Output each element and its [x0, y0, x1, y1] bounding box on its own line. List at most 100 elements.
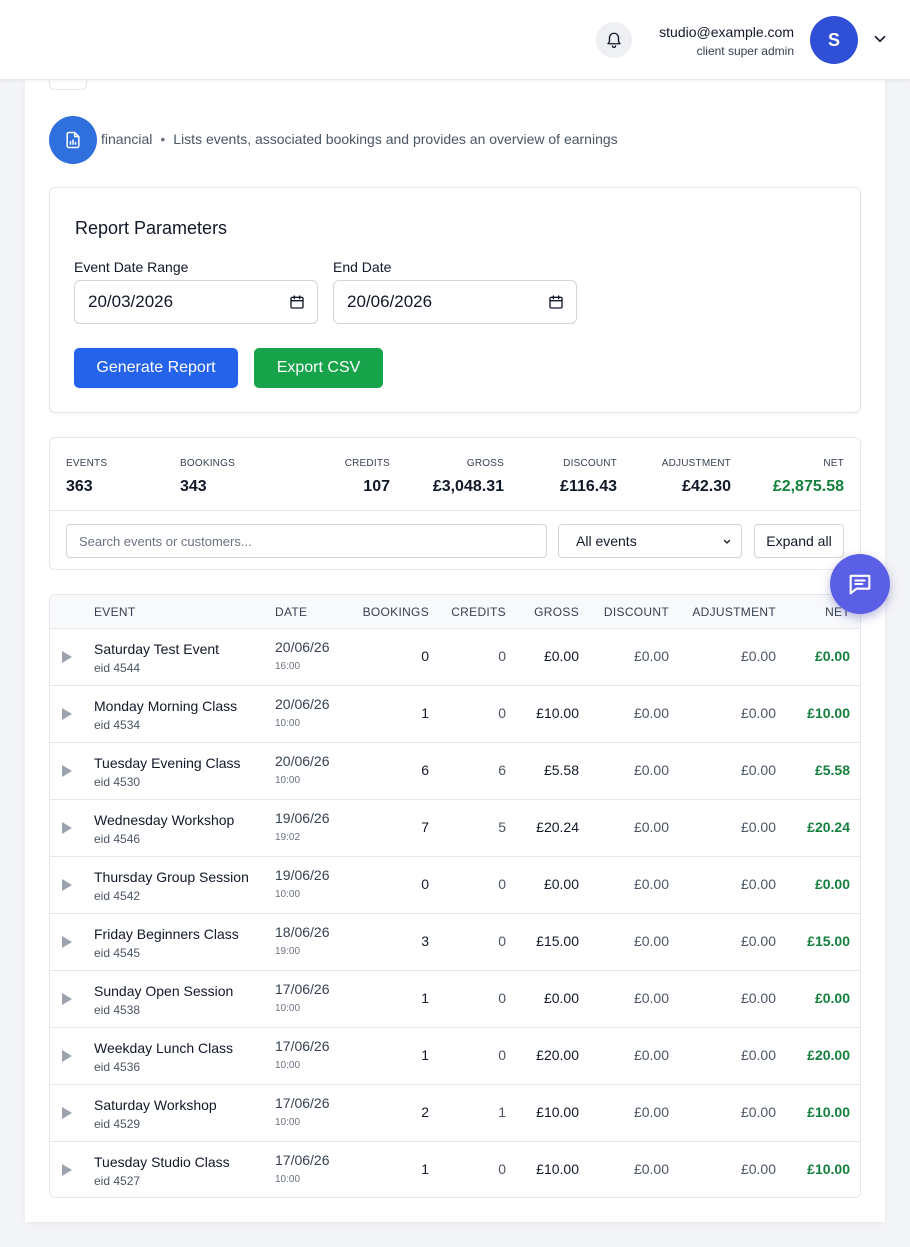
bookings-value: 343	[180, 478, 207, 495]
cell-bookings: 0	[421, 648, 429, 664]
gross-label: GROSS	[466, 458, 504, 469]
event-name: Friday Beginners Class	[94, 926, 239, 942]
discount-value: £116.43	[560, 478, 617, 495]
cell-credits: 0	[498, 933, 506, 949]
expand-all-button[interactable]: Expand all	[754, 524, 844, 558]
cell-gross: £0.00	[543, 876, 579, 892]
end-date-input[interactable]: 20/06/2026	[333, 280, 577, 324]
credits-label: CREDITS	[344, 458, 390, 469]
triangle-right-icon[interactable]	[61, 1163, 73, 1177]
event-time: 10:00	[275, 1174, 301, 1185]
column-gross: GROSS	[534, 605, 579, 619]
triangle-right-icon[interactable]	[61, 992, 73, 1006]
cell-discount: £0.00	[633, 648, 669, 664]
table-row[interactable]: Tuesday Studio Class eid 4527 17/06/26 10:0…	[50, 1142, 860, 1197]
triangle-right-icon[interactable]	[61, 1049, 73, 1063]
cell-adjustment: £0.00	[740, 1047, 776, 1063]
chat-icon	[849, 574, 871, 595]
cell-bookings: 2	[421, 1104, 429, 1120]
search-input[interactable]: Search events or customers...	[66, 524, 547, 558]
cell-bookings: 1	[421, 1161, 429, 1177]
event-time: 10:00	[275, 775, 301, 786]
table-row[interactable]: Tuesday Evening Class eid 4530 20/06/26 10:…	[50, 743, 860, 800]
triangle-right-icon[interactable]	[61, 1106, 73, 1120]
cell-adjustment: £0.00	[740, 705, 776, 721]
events-table: EVENT DATE BOOKINGS CREDITS GROSS DISCOU…	[49, 594, 861, 1198]
user-email: studio@example.com	[659, 24, 794, 40]
table-row[interactable]: Saturday Workshop eid 4529 17/06/26 10:00 2 1…	[50, 1085, 860, 1142]
event-date: 17/06/26	[275, 981, 330, 997]
report-description: financial • Lists events, associated booki…	[101, 131, 618, 147]
column-credits: CREDITS	[451, 605, 506, 619]
chat-button[interactable]	[830, 554, 890, 614]
table-row[interactable]: Friday Beginners Class eid 4545 18/06/26 19…	[50, 914, 860, 971]
cell-net: £0.00	[814, 990, 850, 1006]
calendar-icon[interactable]	[548, 294, 564, 310]
event-date: 17/06/26	[275, 1038, 330, 1054]
triangle-right-icon[interactable]	[61, 821, 73, 835]
cell-credits: 0	[498, 648, 506, 664]
avatar[interactable]: S	[810, 16, 858, 64]
triangle-right-icon[interactable]	[61, 707, 73, 721]
event-name: Tuesday Evening Class	[94, 755, 241, 771]
cell-discount: £0.00	[633, 819, 669, 835]
event-id: eid 4529	[94, 1117, 141, 1131]
chevron-down-icon[interactable]	[871, 30, 889, 48]
event-date: 18/06/26	[275, 924, 330, 940]
triangle-right-icon[interactable]	[61, 764, 73, 778]
cell-bookings: 1	[421, 705, 429, 721]
table-row[interactable]: Wednesday Workshop eid 4546 19/06/26 19:02 7…	[50, 800, 860, 857]
export-csv-button[interactable]: Export CSV	[254, 348, 383, 388]
event-time: 10:00	[275, 1117, 301, 1128]
triangle-right-icon[interactable]	[61, 878, 73, 892]
event-name: Saturday Test Event	[94, 641, 220, 657]
generate-report-button[interactable]: Generate Report	[74, 348, 238, 388]
event-name: Tuesday Studio Class	[94, 1154, 230, 1170]
report-type-badge	[49, 116, 97, 164]
cell-credits: 6	[498, 762, 506, 778]
cell-net: £10.00	[807, 705, 850, 721]
start-date-label: Event Date Range	[74, 259, 189, 275]
cell-discount: £0.00	[633, 1161, 669, 1177]
parameters-title: Report Parameters	[75, 218, 228, 238]
column-discount: DISCOUNT	[603, 605, 669, 619]
calendar-icon[interactable]	[289, 294, 305, 310]
event-date: 20/06/26	[275, 639, 330, 655]
discount-label: DISCOUNT	[563, 458, 617, 469]
events-value: 363	[66, 478, 93, 495]
triangle-right-icon[interactable]	[61, 650, 73, 664]
cell-bookings: 7	[421, 819, 429, 835]
table-row[interactable]: Sunday Open Session eid 4538 17/06/26 10:00…	[50, 971, 860, 1028]
triangle-right-icon[interactable]	[61, 935, 73, 949]
start-date-input[interactable]: 20/03/2026	[74, 280, 318, 324]
cell-gross: £5.58	[543, 762, 579, 778]
adjustment-value: £42.30	[682, 478, 731, 495]
notification-button[interactable]	[596, 22, 632, 58]
event-id: eid 4538	[94, 1003, 141, 1017]
cell-adjustment: £0.00	[740, 648, 776, 664]
event-id: eid 4546	[94, 832, 141, 846]
cell-net: £10.00	[807, 1161, 850, 1177]
start-date-value: 20/03/2026	[88, 292, 174, 311]
event-date: 17/06/26	[275, 1152, 330, 1168]
event-date: 19/06/26	[275, 810, 330, 826]
event-filter-value: All events	[576, 533, 637, 549]
cell-net: £15.00	[807, 933, 850, 949]
event-time: 10:00	[275, 1003, 301, 1014]
cell-credits: 0	[498, 705, 506, 721]
search-placeholder: Search events or customers...	[79, 533, 252, 549]
event-id: eid 4530	[94, 775, 141, 789]
table-row[interactable]: Thursday Group Session eid 4542 19/06/26 10…	[50, 857, 860, 914]
cell-credits: 1	[498, 1104, 506, 1120]
net-label: NET	[823, 458, 844, 469]
cell-credits: 0	[498, 990, 506, 1006]
event-filter-select[interactable]: All events	[558, 524, 742, 558]
table-row[interactable]: Weekday Lunch Class eid 4536 17/06/26 10:00…	[50, 1028, 860, 1085]
table-row[interactable]: Monday Morning Class eid 4534 20/06/26 10:0…	[50, 686, 860, 743]
net-value: £2,875.58	[772, 478, 844, 495]
summary-card: EVENTS 363 BOOKINGS 343 CREDITS 107 GROS…	[49, 437, 861, 570]
event-name: Sunday Open Session	[94, 983, 234, 999]
table-row[interactable]: Saturday Test Event eid 4544 20/06/26 16:00…	[50, 629, 860, 686]
cell-gross: £20.24	[536, 819, 579, 835]
cell-discount: £0.00	[633, 990, 669, 1006]
